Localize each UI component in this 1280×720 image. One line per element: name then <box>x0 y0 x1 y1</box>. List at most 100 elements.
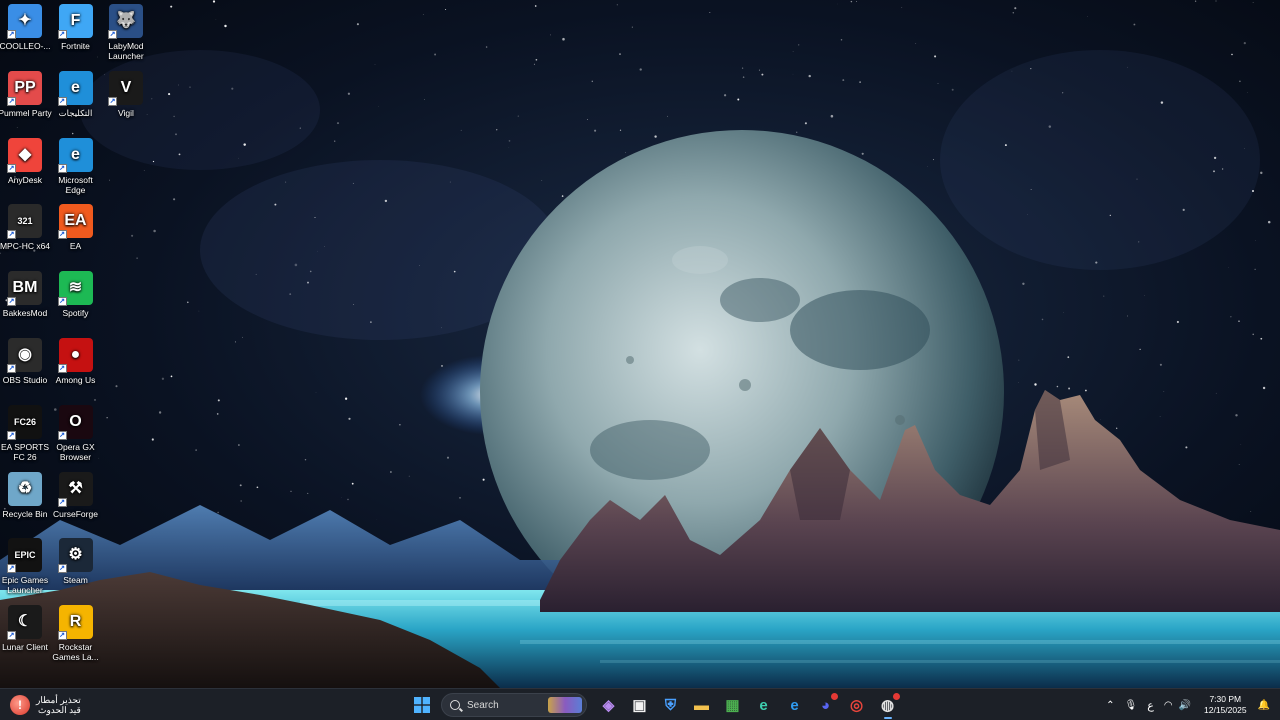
icon-glyph: PP <box>14 78 36 96</box>
star <box>424 99 426 100</box>
icon-glyph: BM <box>12 279 38 297</box>
star <box>294 263 298 267</box>
star <box>243 143 246 146</box>
edge-dev-icon[interactable]: e <box>751 692 777 718</box>
weather-warning-icon: ! <box>10 695 30 715</box>
desktop-icon-pummel-party[interactable]: PP ↗ Pummel Party <box>0 70 52 118</box>
star <box>1252 2 1254 4</box>
star <box>175 133 177 136</box>
minecraft-icon[interactable]: ▦ <box>720 692 746 718</box>
defender-icon[interactable]: ⛨ <box>658 692 684 718</box>
shortcut-arrow-icon: ↗ <box>57 96 67 106</box>
desktop-icon-label: التكليجات <box>58 107 93 118</box>
start-button[interactable] <box>409 692 435 718</box>
desktop-icon-label: Rockstar Games La... <box>52 642 99 663</box>
desktop-icon-edge[interactable]: e ↗ Microsoft Edge <box>50 137 102 195</box>
opera-gx-icon: O ↗ <box>57 404 93 440</box>
star <box>619 129 622 131</box>
microphone-icon[interactable]: 🎙 <box>1125 693 1138 717</box>
discord-icon[interactable]: ◕ <box>813 692 839 718</box>
icon-glyph: FC26 <box>13 416 36 427</box>
desktop-icon-fortnite[interactable]: F ↗ Fortnite <box>50 4 102 51</box>
desktop-icon-ea[interactable]: EA ↗ EA <box>50 204 102 251</box>
star <box>1213 170 1215 173</box>
app-active-icon[interactable]: ◍ <box>875 692 901 719</box>
star <box>534 5 537 7</box>
icon-glyph: ◉ <box>18 346 32 363</box>
desktop-icon-steam[interactable]: ⚙ ↗ Steam <box>50 538 102 585</box>
star <box>535 58 538 61</box>
language-indicator[interactable]: ع <box>1147 693 1154 717</box>
icon-glyph: F <box>70 12 81 29</box>
show-hidden-icons-chevron-icon[interactable]: ⌃ <box>1106 693 1114 717</box>
desktop-icon-edge-beta[interactable]: e ↗ التكليجات <box>50 70 102 118</box>
desktop-icon-rockstar[interactable]: R ↗ Rockstar Games La... <box>50 605 102 662</box>
obs-icon: ◉ ↗ <box>7 338 42 373</box>
desktop-icon-obs[interactable]: ◉ ↗ OBS Studio <box>0 338 51 385</box>
desktop-icon-cooleo[interactable]: ✦ ↗ COOLLEO-... <box>0 4 51 51</box>
star <box>1238 464 1240 466</box>
microsoft-store-icon[interactable]: ▣ <box>627 692 653 718</box>
shortcut-arrow-icon: ↗ <box>7 430 16 440</box>
file-explorer-icon[interactable]: ▬ <box>689 692 715 718</box>
star <box>158 411 162 414</box>
star <box>399 424 401 426</box>
desktop-icon-mpc-hc[interactable]: 321 ↗ MPC-HC x64 <box>0 204 51 251</box>
desktop-icon-bakkesmod[interactable]: BM ↗ BakkesMod <box>0 271 51 318</box>
star <box>224 24 227 28</box>
desktop-icon-vigil[interactable]: V ↗ Vigil <box>100 70 152 118</box>
microsoft-store-icon-glyph: ▣ <box>632 697 647 714</box>
bakkesmod-icon: BM ↗ <box>7 271 42 307</box>
notification-bell-icon[interactable]: 🔔 <box>1258 693 1270 717</box>
desktop-icon-anydesk[interactable]: ◆ ↗ AnyDesk <box>0 137 51 185</box>
star <box>758 69 760 71</box>
star <box>334 140 336 142</box>
star <box>106 417 108 419</box>
shortcut-arrow-icon: ↗ <box>7 96 16 106</box>
edge-taskbar-icon[interactable]: e <box>782 692 808 718</box>
desktop-icon-recycle-bin[interactable]: ♻ Recycle Bin <box>0 471 51 519</box>
shortcut-arrow-icon: ↗ <box>7 163 16 173</box>
star <box>709 11 711 14</box>
shortcut-arrow-icon: ↗ <box>57 163 67 173</box>
desktop-icon-among-us[interactable]: ● ↗ Among Us <box>50 338 102 385</box>
volume-icon: 🔊 <box>1178 699 1191 711</box>
star <box>336 122 340 125</box>
network-volume-group[interactable]: ◠ 🔊 <box>1164 693 1191 717</box>
star <box>742 76 745 78</box>
chrome-icon[interactable]: ◎ <box>844 692 870 718</box>
among-us-icon: ● ↗ <box>57 338 93 373</box>
curseforge-icon: ⚒ ↗ <box>57 471 93 507</box>
desktop-icon-spotify[interactable]: ≋ ↗ Spotify <box>50 271 102 318</box>
copilot-icon[interactable]: ◈ <box>596 692 622 718</box>
star <box>309 270 312 273</box>
desktop-icon-curseforge[interactable]: ⚒ ↗ CurseForge <box>50 471 102 519</box>
desktop-icon-lunar-client[interactable]: ☾ ↗ Lunar Client <box>0 605 51 652</box>
clock[interactable]: 7:30 PM 12/15/2025 <box>1204 694 1247 716</box>
star <box>459 497 461 499</box>
star <box>195 449 197 451</box>
desktop-icon-fc26[interactable]: FC26 ↗ EA SPORTS FC 26 <box>0 404 51 462</box>
star <box>1133 23 1136 26</box>
star <box>1109 214 1111 217</box>
icon-glyph: EPIC <box>14 550 36 561</box>
desktop-icon-opera-gx[interactable]: O ↗ Opera GX Browser <box>50 404 102 462</box>
star <box>109 179 110 181</box>
star <box>71 132 74 135</box>
epic-games-icon: EPIC ↗ <box>7 538 42 574</box>
weather-widget[interactable]: ! تحذير أمطار قيد الحدوث <box>10 692 81 718</box>
desktop-icon-labymod[interactable]: 🐺 ↗ LabyMod Launcher <box>100 4 152 61</box>
star <box>1235 414 1238 417</box>
star <box>1230 316 1232 318</box>
desktop-icon-label: Spotify <box>62 308 89 319</box>
star <box>1027 214 1028 215</box>
star <box>667 115 668 117</box>
star <box>792 51 794 52</box>
icon-glyph: ≋ <box>68 279 83 297</box>
star <box>639 68 642 71</box>
star <box>151 438 154 441</box>
desktop-icon-epic-games[interactable]: EPIC ↗ Epic Games Launcher <box>0 538 51 595</box>
star <box>419 265 420 266</box>
star <box>314 216 316 219</box>
taskbar-search-box[interactable]: Search <box>441 693 587 717</box>
